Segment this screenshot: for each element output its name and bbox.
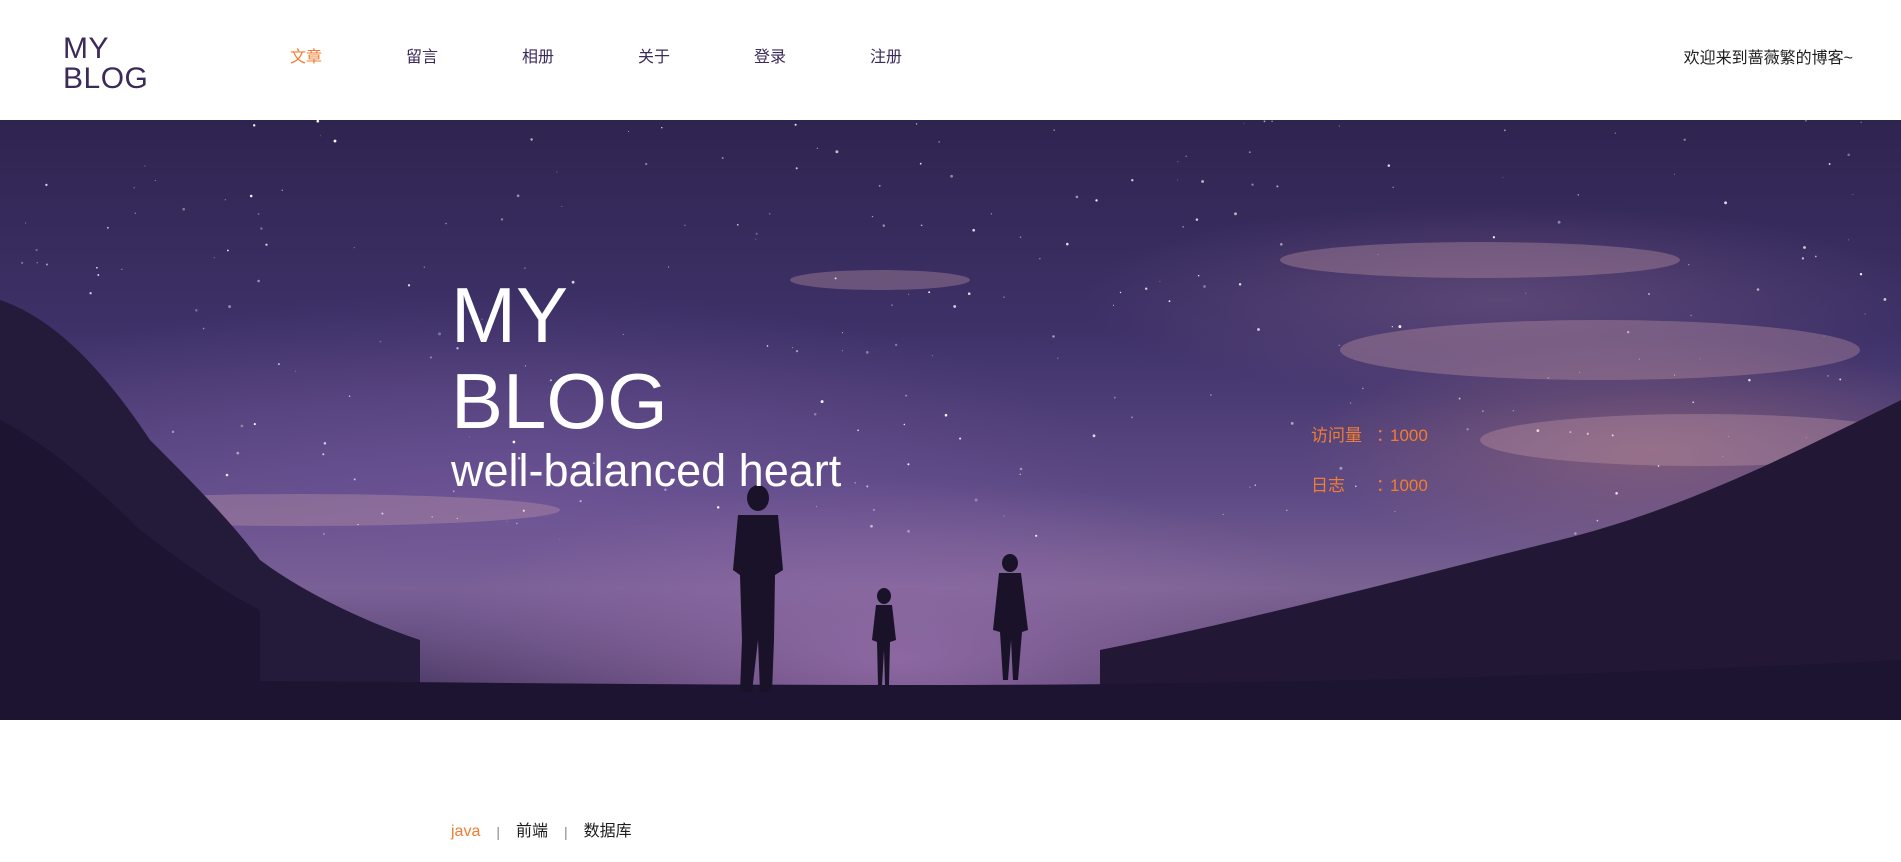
category-tab-java[interactable]: java <box>451 822 480 842</box>
nav-item-messages[interactable]: 留言 <box>406 48 522 68</box>
hero-title-line-2: BLOG <box>451 357 668 445</box>
main-nav: 文章 留言 相册 关于 登录 注册 <box>290 48 986 68</box>
welcome-message: 欢迎来到蔷薇繁的博客~ <box>1683 50 1853 67</box>
stat-visits-value: 1000 <box>1390 426 1428 445</box>
logo-line-2: BLOG <box>63 62 149 95</box>
nav-item-about[interactable]: 关于 <box>638 48 754 68</box>
site-logo[interactable]: MY BLOG <box>63 34 148 94</box>
category-tabs: java | 前端 | 数据库 <box>451 822 632 842</box>
category-divider: | <box>564 824 568 840</box>
hero-banner: MY BLOG well-balanced heart 访问量 ： 1000 日… <box>0 120 1901 720</box>
night-sky-background-image <box>0 120 1901 720</box>
stat-posts-separator: ： <box>1376 476 1393 495</box>
stat-posts-label: 日志 <box>1311 476 1345 495</box>
category-tab-frontend[interactable]: 前端 <box>516 822 548 842</box>
stat-visits-label: 访问量 <box>1311 426 1362 445</box>
hero-subtitle: well-balanced heart <box>451 445 842 496</box>
stat-visits: 访问量 ： 1000 <box>1311 424 1428 474</box>
nav-item-login[interactable]: 登录 <box>754 48 870 68</box>
stat-posts: 日志 ： 1000 <box>1311 474 1428 524</box>
hero-title: MY BLOG <box>451 272 668 444</box>
site-stats: 访问量 ： 1000 日志 ： 1000 <box>1311 424 1428 524</box>
category-divider: | <box>496 824 500 840</box>
category-tab-database[interactable]: 数据库 <box>584 822 632 842</box>
nav-item-articles[interactable]: 文章 <box>290 48 406 68</box>
logo-line-1: MY <box>63 32 109 65</box>
site-header: MY BLOG 文章 留言 相册 关于 登录 注册 欢迎来到蔷薇繁的博客~ <box>0 0 1901 120</box>
stat-visits-separator: ： <box>1376 426 1393 445</box>
nav-item-register[interactable]: 注册 <box>870 48 986 68</box>
nav-item-album[interactable]: 相册 <box>522 48 638 68</box>
stat-posts-value: 1000 <box>1390 476 1428 495</box>
hero-title-line-1: MY <box>451 271 568 359</box>
